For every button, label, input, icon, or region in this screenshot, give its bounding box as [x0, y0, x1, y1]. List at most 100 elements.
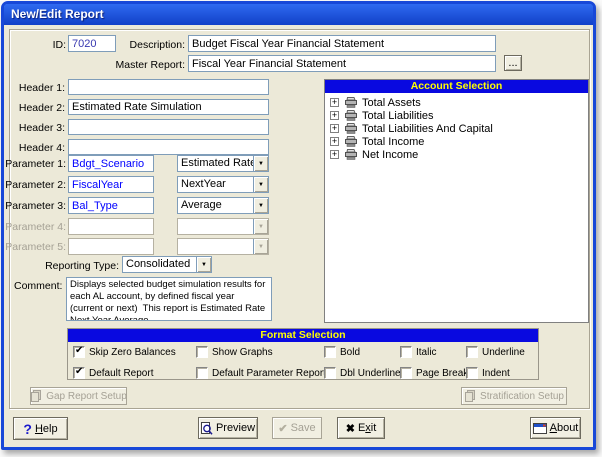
tree-item-total-liabilities-and-capital[interactable]: + Total Liabilities And Capital: [325, 122, 588, 135]
titlebar[interactable]: New/Edit Report: [4, 4, 593, 25]
tree-item-total-liabilities[interactable]: + Total Liabilities: [325, 109, 588, 122]
tree-item-label: Total Liabilities And Capital: [362, 123, 493, 135]
checkbox-default-parameter-report[interactable]: Default Parameter Report: [196, 367, 326, 379]
parameter-3-dropdown[interactable]: Average ▼: [177, 197, 269, 214]
expand-plus-icon[interactable]: +: [330, 124, 339, 133]
checkbox-bold[interactable]: Bold: [324, 346, 360, 358]
parameter-3-selected-value: Average: [178, 198, 253, 213]
report-printer-icon: [344, 123, 358, 134]
header-1-label: Header 1:: [10, 82, 65, 94]
parameter-2-dropdown[interactable]: NextYear ▼: [177, 176, 269, 193]
header-3-input[interactable]: [68, 119, 269, 135]
account-selection-panel: Account Selection + Total Assets + Total…: [324, 79, 589, 323]
check-mark-icon: ✔: [75, 366, 83, 377]
comment-textarea[interactable]: Displays selected budget simulation resu…: [66, 277, 272, 321]
header-2-input[interactable]: [68, 99, 269, 115]
about-window-icon: [533, 423, 547, 434]
parameter-4-dropdown: ▼: [177, 218, 269, 235]
exit-button[interactable]: ✖ Exit: [337, 417, 385, 439]
checkbox-icon: [324, 346, 336, 358]
parameter-2-dropdown-button[interactable]: ▼: [253, 177, 268, 192]
id-input[interactable]: [68, 35, 116, 52]
tree-item-total-income[interactable]: + Total Income: [325, 135, 588, 148]
report-printer-icon: [344, 136, 358, 147]
comment-label: Comment:: [14, 280, 62, 292]
header-3-label: Header 3:: [10, 122, 65, 134]
preview-button[interactable]: Preview: [198, 417, 258, 439]
report-pages-icon: [30, 390, 43, 402]
about-label: About: [550, 422, 579, 434]
parameter-2-input[interactable]: [68, 176, 154, 193]
checkbox-dbl-underline[interactable]: Dbl Underline: [324, 367, 401, 379]
chevron-down-icon: ▼: [201, 262, 207, 268]
checkbox-skip-zero-balances[interactable]: ✔ Skip Zero Balances: [73, 346, 176, 358]
help-button[interactable]: ? Help: [13, 417, 68, 440]
reporting-type-dropdown[interactable]: Consolidated ▼: [122, 256, 212, 273]
tree-item-label: Total Liabilities: [362, 110, 434, 122]
parameter-3-input[interactable]: [68, 197, 154, 214]
reporting-type-selected-value: Consolidated: [123, 257, 196, 272]
checkbox-icon: [196, 346, 208, 358]
parameter-4-input: [68, 218, 154, 235]
expand-plus-icon[interactable]: +: [330, 111, 339, 120]
checkbox-underline[interactable]: Underline: [466, 346, 525, 358]
parameter-1-selected-value: Estimated Rates: [178, 156, 253, 171]
header-4-input[interactable]: [68, 139, 269, 155]
preview-magnifier-icon: [201, 422, 213, 435]
parameter-1-label: Parameter 1:: [4, 158, 66, 170]
format-selection-panel: Format Selection ✔ Skip Zero Balances Sh…: [67, 328, 539, 380]
checkbox-label: Default Parameter Report: [212, 368, 326, 379]
save-label: Save: [291, 422, 316, 434]
parameter-2-label: Parameter 2:: [4, 179, 66, 191]
checkbox-icon: [196, 367, 208, 379]
parameter-4-dropdown-button: ▼: [253, 219, 268, 234]
parameter-5-selected-value: [178, 239, 253, 254]
parameter-3-dropdown-button[interactable]: ▼: [253, 198, 268, 213]
checkbox-label: Indent: [482, 368, 510, 379]
chevron-down-icon: ▼: [258, 244, 264, 250]
gap-report-setup-button: Gap Report Setup: [30, 387, 127, 405]
report-printer-icon: [344, 149, 358, 160]
reporting-type-dropdown-button[interactable]: ▼: [196, 257, 211, 272]
parameter-1-dropdown-button[interactable]: ▼: [253, 156, 268, 171]
checkbox-label: Show Graphs: [212, 347, 273, 358]
report-printer-icon: [344, 97, 358, 108]
checkbox-icon: [400, 346, 412, 358]
parameter-1-input[interactable]: [68, 155, 154, 172]
parameter-2-selected-value: NextYear: [178, 177, 253, 192]
parameter-1-dropdown[interactable]: Estimated Rates ▼: [177, 155, 269, 172]
tree-item-label: Total Income: [362, 136, 424, 148]
expand-plus-icon[interactable]: +: [330, 150, 339, 159]
master-report-input[interactable]: [188, 55, 496, 72]
checkbox-icon: [400, 367, 412, 379]
about-button[interactable]: About: [530, 417, 581, 439]
checkbox-label: Dbl Underline: [340, 368, 401, 379]
stratification-setup-label: Stratification Setup: [480, 391, 564, 402]
account-tree[interactable]: + Total Assets + Total Liabilities + Tot…: [325, 93, 588, 322]
window-title: New/Edit Report: [11, 7, 104, 21]
checkbox-show-graphs[interactable]: Show Graphs: [196, 346, 273, 358]
tree-item-net-income[interactable]: + Net Income: [325, 148, 588, 161]
report-pages-icon: [464, 390, 477, 402]
master-report-browse-button[interactable]: ...: [504, 55, 522, 71]
checkbox-icon: ✔: [73, 367, 85, 379]
checkbox-icon: [324, 367, 336, 379]
tree-item-total-assets[interactable]: + Total Assets: [325, 96, 588, 109]
checkbox-page-break[interactable]: Page Break: [400, 367, 468, 379]
gap-report-setup-label: Gap Report Setup: [46, 391, 127, 402]
description-input[interactable]: [188, 35, 496, 52]
checkbox-default-report[interactable]: ✔ Default Report: [73, 367, 153, 379]
checkbox-label: Underline: [482, 347, 525, 358]
expand-plus-icon[interactable]: +: [330, 98, 339, 107]
header-1-input[interactable]: [68, 79, 269, 95]
expand-plus-icon[interactable]: +: [330, 137, 339, 146]
checkbox-italic[interactable]: Italic: [400, 346, 437, 358]
checkbox-label: Page Break: [416, 368, 468, 379]
checkbox-indent[interactable]: Indent: [466, 367, 510, 379]
account-selection-header: Account Selection: [325, 80, 588, 93]
description-label: Description:: [114, 39, 185, 51]
parameter-5-dropdown: ▼: [177, 238, 269, 255]
chevron-down-icon: ▼: [258, 182, 264, 188]
desktop-background: New/Edit Report ID: Description: Master …: [0, 0, 602, 457]
parameter-4-selected-value: [178, 219, 253, 234]
